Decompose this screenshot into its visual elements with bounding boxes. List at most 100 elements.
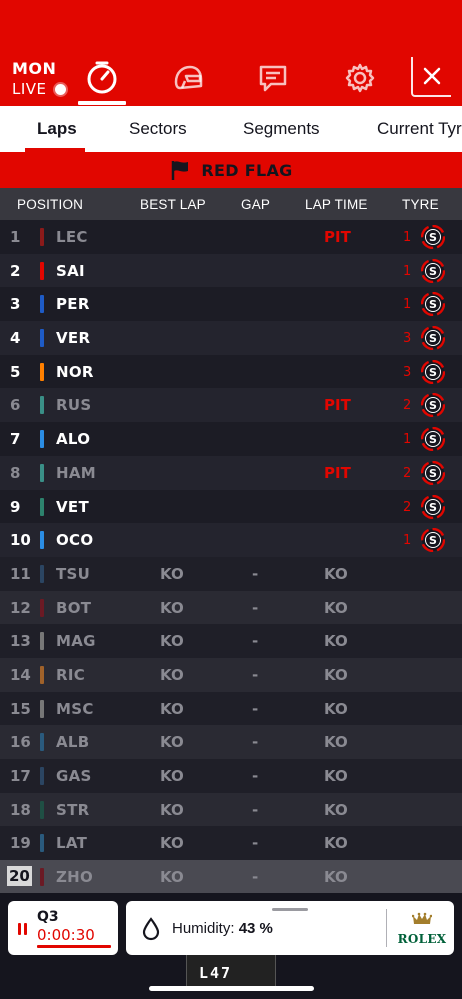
weather-card[interactable]: Humidity: 43 % ROLEX: [126, 901, 454, 955]
gear-icon[interactable]: [340, 58, 380, 98]
car-number-text: L47: [199, 964, 233, 982]
lap-time-value: KO: [324, 699, 348, 718]
tyre-age: 1: [403, 297, 412, 313]
table-row[interactable]: 18 STR KO - KO: [0, 792, 462, 827]
table-row[interactable]: 13 MAG KO - KO: [0, 624, 462, 658]
tab-current-tyre[interactable]: Current Tyre: [377, 119, 462, 139]
driver-code: MSC: [56, 699, 94, 718]
table-row[interactable]: 6 RUS PIT 2 S: [0, 388, 462, 423]
session-clock: 0:00:30: [37, 926, 95, 944]
tyre-compound: S: [429, 231, 437, 244]
table-row[interactable]: 16 ALB KO - KO: [0, 725, 462, 759]
soft-tyre-icon: S: [421, 494, 445, 519]
gap-value: -: [252, 800, 259, 819]
column-gap: GAP: [241, 197, 271, 212]
tyre-age: 1: [403, 533, 412, 549]
table-row[interactable]: 9 VET 2 S: [0, 489, 462, 524]
tyre-age: 3: [403, 364, 412, 380]
session-card[interactable]: Q3 0:00:30: [8, 901, 118, 955]
driver-code: ALB: [56, 733, 90, 752]
row-position: 12: [10, 598, 31, 617]
soft-tyre-icon: S: [421, 528, 445, 553]
table-row[interactable]: 8 HAM PIT 2 S: [0, 455, 462, 490]
pit-status: PIT: [324, 463, 351, 482]
pause-icon: [18, 923, 27, 935]
table-row[interactable]: 10 OCO 1 S: [0, 523, 462, 557]
lap-time-value: KO: [324, 632, 348, 651]
close-button[interactable]: [411, 57, 451, 97]
best-lap-value: KO: [160, 733, 184, 752]
tab-laps[interactable]: Laps: [37, 119, 77, 139]
humidity-label: Humidity:: [172, 920, 235, 937]
live-status: LIVE: [12, 80, 66, 98]
table-row[interactable]: 20 ZHO KO - KO: [0, 860, 462, 894]
team-color-bar: [40, 295, 44, 314]
tyre-compound: S: [429, 265, 437, 278]
row-position: 7: [10, 430, 21, 449]
row-position: 3: [10, 295, 21, 314]
tab-segments[interactable]: Segments: [243, 119, 320, 139]
driver-code: RIC: [56, 665, 86, 684]
row-position: 10: [10, 531, 31, 550]
team-color-bar: [40, 531, 44, 550]
table-row[interactable]: 12 BOT KO - KO: [0, 590, 462, 625]
soft-tyre-icon: S: [421, 460, 445, 485]
team-color-bar: [40, 430, 44, 449]
table-row[interactable]: 4 VER 3 S: [0, 321, 462, 355]
table-row[interactable]: 7 ALO 1 S: [0, 422, 462, 456]
gap-value: -: [252, 834, 259, 853]
lap-time-value: KO: [324, 564, 348, 583]
driver-code: NOR: [56, 362, 94, 381]
table-row[interactable]: 3 PER 1 S: [0, 287, 462, 322]
gap-value: -: [252, 665, 259, 684]
best-lap-value: KO: [160, 564, 184, 583]
helmet-icon[interactable]: [168, 58, 208, 98]
stopwatch-icon[interactable]: [82, 58, 122, 98]
soft-tyre-icon: S: [421, 393, 445, 418]
home-indicator[interactable]: [149, 986, 314, 991]
column-lap-time: LAP TIME: [305, 197, 368, 212]
row-position: 4: [10, 329, 21, 348]
table-row[interactable]: 2 SAI 1 S: [0, 253, 462, 288]
driver-code: MAG: [56, 632, 96, 651]
table-row[interactable]: 19 LAT KO - KO: [0, 826, 462, 861]
row-position: 19: [10, 834, 31, 853]
team-color-bar: [40, 598, 44, 617]
team-color-bar: [40, 329, 44, 348]
table-row[interactable]: 11 TSU KO - KO: [0, 556, 462, 591]
soft-tyre-icon: S: [421, 427, 445, 452]
team-color-bar: [40, 396, 44, 415]
active-nav-indicator: [78, 101, 126, 105]
table-row[interactable]: 17 GAS KO - KO: [0, 759, 462, 793]
table-row[interactable]: 5 NOR 3 S: [0, 354, 462, 389]
row-position: 1: [10, 228, 21, 246]
tyre-compound: S: [429, 400, 437, 413]
tab-sectors[interactable]: Sectors: [129, 119, 187, 139]
soft-tyre-icon: S: [421, 359, 445, 384]
table-row[interactable]: 14 RIC KO - KO: [0, 657, 462, 692]
table-row[interactable]: 15 MSC KO - KO: [0, 691, 462, 726]
team-color-bar: [40, 800, 44, 819]
tyre-compound: S: [429, 366, 437, 379]
driver-code: STR: [56, 800, 90, 819]
humidity-value: 43 %: [238, 920, 273, 937]
event-indicator: MON LIVE: [12, 60, 66, 98]
drag-handle[interactable]: [272, 908, 308, 911]
team-color-bar: [40, 564, 44, 583]
row-position: 13: [10, 632, 31, 651]
soft-tyre-icon: S: [421, 292, 445, 317]
driver-code: SAI: [56, 261, 85, 280]
table-row[interactable]: 1 LEC PIT 1 S: [0, 220, 462, 254]
row-position: 17: [10, 767, 31, 785]
row-position: 20: [7, 866, 32, 887]
sponsor-logo[interactable]: ROLEX: [394, 911, 450, 947]
messages-icon[interactable]: [253, 58, 293, 98]
driver-code: LEC: [56, 228, 88, 246]
lap-time-value: KO: [324, 834, 348, 853]
team-color-bar: [40, 497, 44, 516]
live-label: LIVE: [12, 80, 47, 98]
flag-label: RED FLAG: [201, 160, 293, 180]
tyre-age: 1: [403, 263, 412, 279]
tyre-age: 1: [403, 432, 412, 448]
row-position: 5: [10, 362, 21, 381]
